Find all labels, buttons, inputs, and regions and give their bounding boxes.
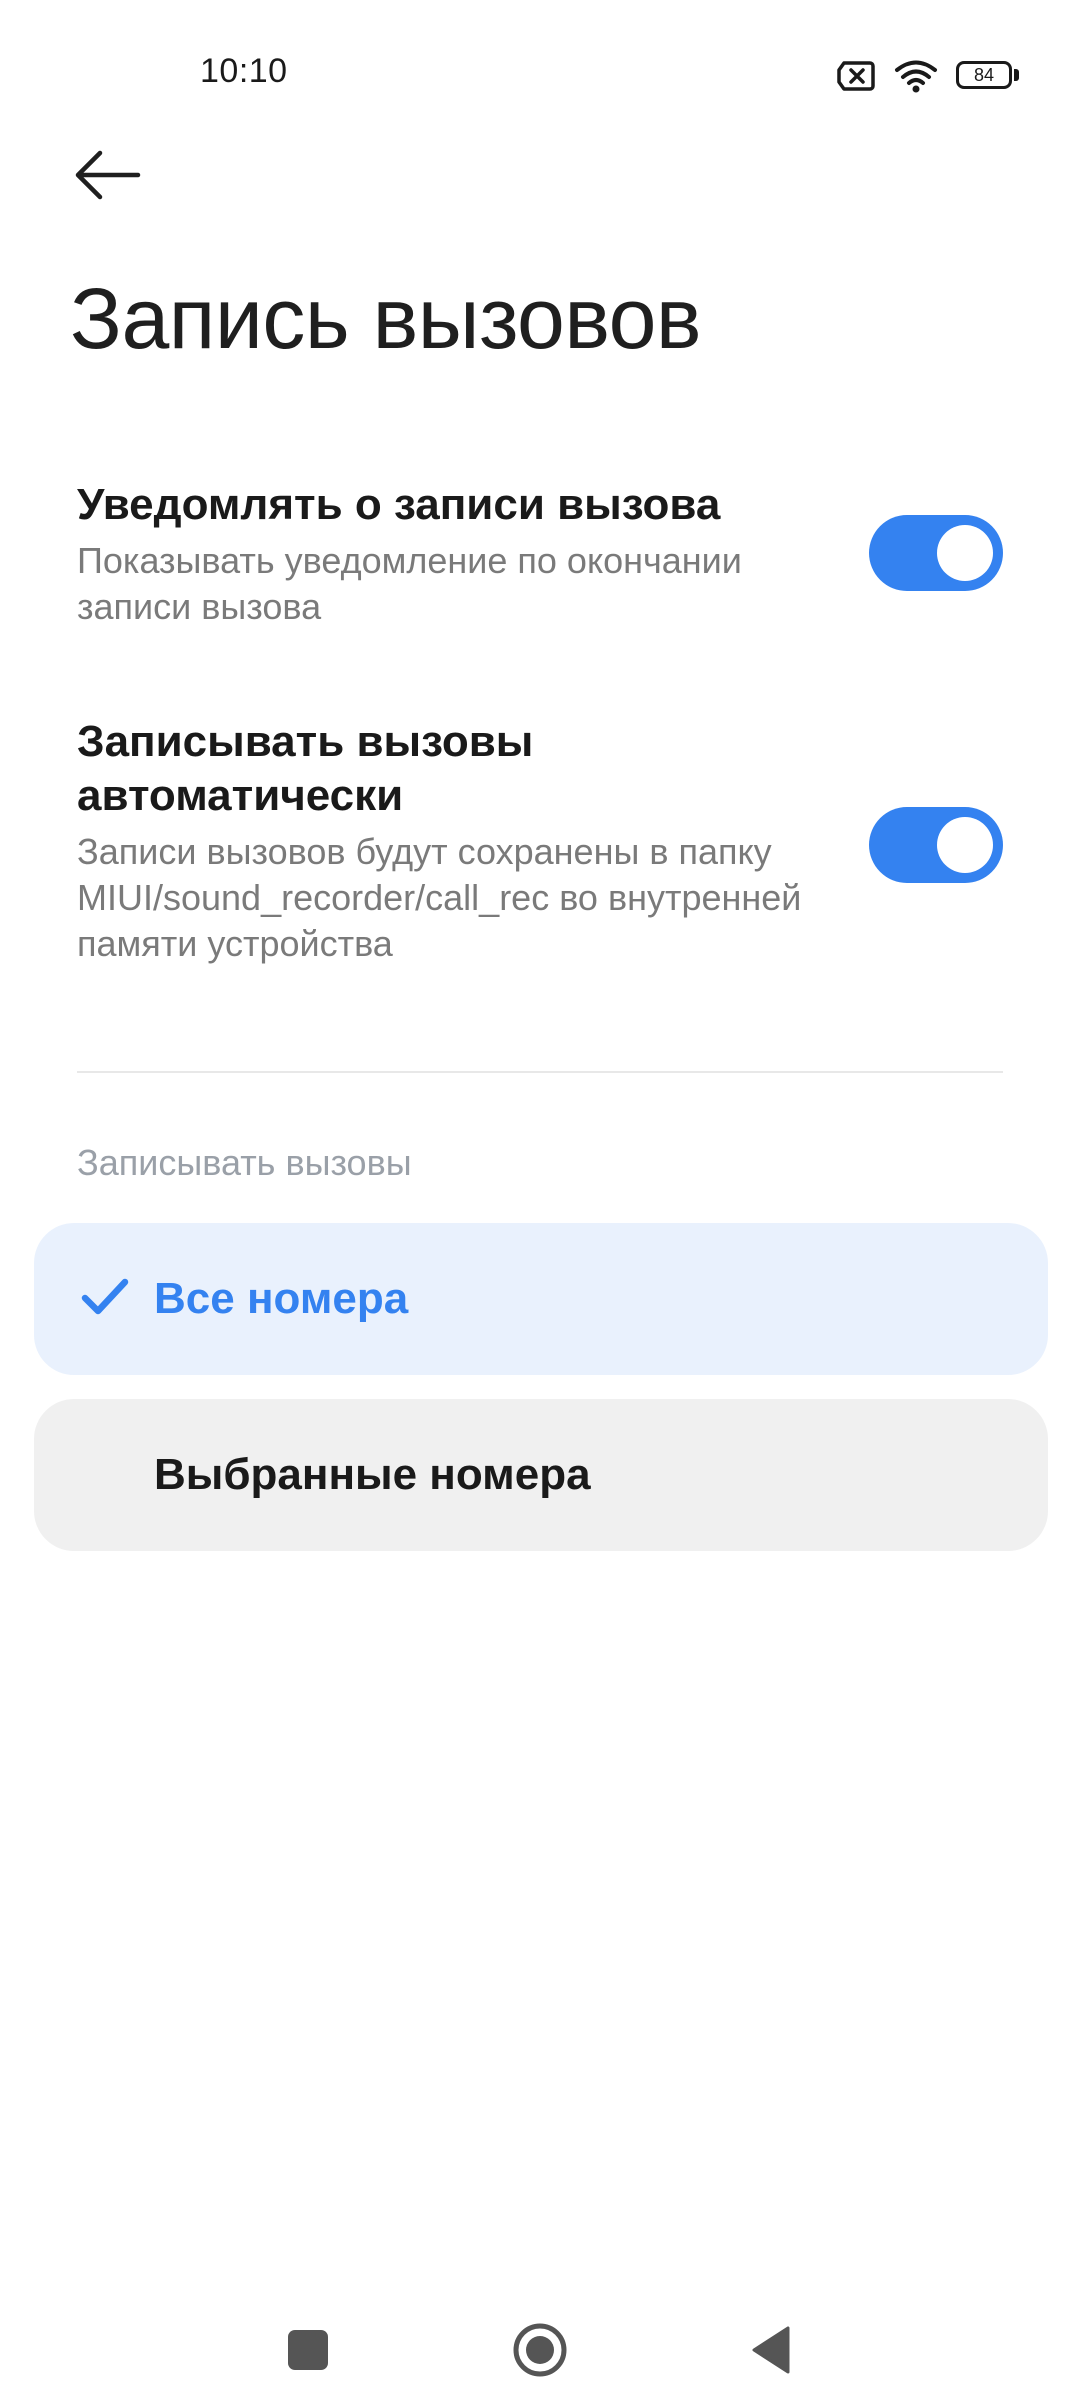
status-bar: 10:10 84	[0, 0, 1080, 150]
option-selected-numbers[interactable]: Выбранные номера	[34, 1399, 1048, 1551]
option-label: Все номера	[154, 1274, 409, 1323]
recents-button[interactable]	[278, 2320, 338, 2380]
option-all-numbers[interactable]: Все номера	[34, 1223, 1048, 1375]
status-time: 10:10	[200, 52, 288, 90]
setting-title: Записывать вызовы автоматически	[77, 717, 534, 820]
status-icons: 84	[836, 54, 1020, 98]
auto-record-toggle[interactable]	[869, 807, 1003, 883]
setting-description: Записи вызовов будут сохранены в папку M…	[77, 831, 802, 964]
option-label: Выбранные номера	[154, 1450, 591, 1499]
home-icon	[513, 2323, 567, 2377]
wifi-icon	[894, 59, 938, 93]
battery-level: 84	[973, 65, 995, 85]
back-button[interactable]	[66, 140, 156, 230]
navigation-bar	[0, 2290, 1080, 2400]
recents-icon	[288, 2330, 328, 2370]
setting-title: Уведомлять о записи вызова	[77, 480, 721, 529]
divider	[77, 1071, 1003, 1073]
home-button[interactable]	[510, 2320, 570, 2380]
battery-icon: 84	[956, 61, 1020, 91]
call-recording-screen: 10:10 84 Запись вызовов Уведомлять о зап…	[0, 0, 1080, 2400]
arrow-left-icon	[75, 150, 141, 200]
toggle-knob	[937, 817, 993, 873]
page-title: Запись вызовов	[70, 271, 702, 367]
setting-description: Показывать уведомление по окончании запи…	[77, 540, 742, 627]
setting-notify-recording[interactable]: Уведомлять о записи вызова Показывать ув…	[77, 478, 1003, 638]
nav-back-button[interactable]	[744, 2320, 804, 2380]
setting-auto-record[interactable]: Записывать вызовы автоматически Записи в…	[77, 715, 1003, 985]
sim-off-icon	[836, 60, 876, 92]
section-label: Записывать вызовы	[77, 1142, 412, 1183]
back-triangle-icon	[752, 2326, 790, 2374]
notify-recording-toggle[interactable]	[869, 515, 1003, 591]
toggle-knob	[937, 525, 993, 581]
checkmark-icon	[80, 1275, 130, 1319]
